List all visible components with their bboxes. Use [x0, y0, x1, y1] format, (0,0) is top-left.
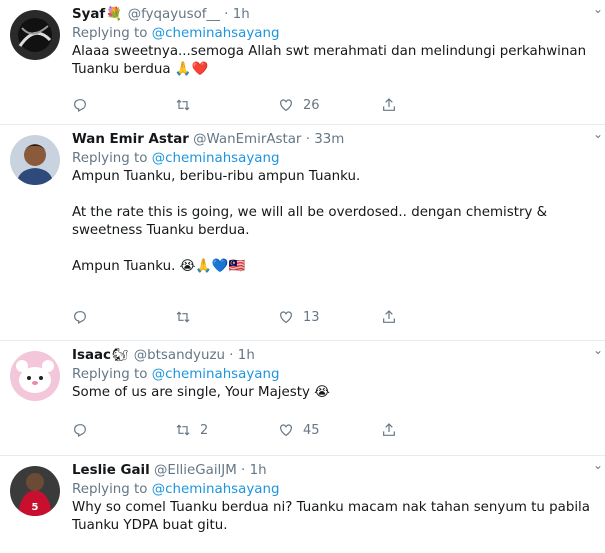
tweet-header: Isaac🐿 @btsandyuzu · 1h [72, 346, 595, 365]
user-handle[interactable]: @WanEmirAstar [193, 132, 301, 147]
reply-icon [74, 424, 86, 438]
separator-dot: · [241, 463, 246, 478]
display-name[interactable]: Leslie Gail [72, 463, 150, 478]
user-handle[interactable]: @btsandyuzu [134, 348, 225, 363]
avatar-image [10, 10, 60, 60]
share-button[interactable] [381, 97, 397, 113]
tweet-header: Wan Emir Astar @WanEmirAstar · 33m [72, 130, 595, 149]
replying-to-link[interactable]: @cheminahsayang [152, 26, 280, 41]
avatar[interactable] [10, 135, 60, 185]
reply-icon [74, 311, 86, 325]
share-icon [383, 98, 395, 111]
tweet[interactable]: Isaac🐿 @btsandyuzu · 1h Replying to @che… [0, 341, 605, 456]
avatar[interactable] [10, 351, 60, 401]
heart-icon [280, 311, 292, 324]
avatar-image [10, 135, 60, 185]
user-handle[interactable]: @fyqayusof__ [128, 7, 220, 22]
tweet-actions: 13 [72, 309, 472, 329]
chevron-down-icon[interactable]: ⌄ [593, 127, 603, 141]
like-button[interactable]: 13 [278, 309, 320, 325]
replying-to-link[interactable]: @cheminahsayang [152, 482, 280, 497]
like-button[interactable]: 26 [278, 97, 320, 113]
replying-to: Replying to @cheminahsayang [72, 365, 595, 384]
display-name[interactable]: Wan Emir Astar [72, 132, 189, 147]
tweet-header: Leslie Gail @EllieGailJM · 1h [72, 461, 595, 480]
replying-to: Replying to @cheminahsayang [72, 480, 595, 499]
like-button[interactable]: 45 [278, 422, 320, 438]
retweet-button[interactable] [175, 97, 200, 113]
tweet[interactable]: Wan Emir Astar @WanEmirAstar · 33m Reply… [0, 125, 605, 341]
retweet-count: 2 [200, 422, 209, 438]
avatar-image [10, 351, 60, 401]
replying-to-link[interactable]: @cheminahsayang [152, 151, 280, 166]
chevron-down-icon[interactable]: ⌄ [593, 2, 603, 16]
replying-to-label: Replying to [72, 482, 148, 497]
like-count: 13 [303, 309, 320, 325]
tweet-text: Ampun Tuanku, beribu-ribu ampun Tuanku. … [72, 169, 548, 274]
retweet-button[interactable]: 2 [175, 422, 208, 438]
replying-to: Replying to @cheminahsayang [72, 149, 595, 168]
like-count: 26 [303, 97, 320, 113]
avatar[interactable]: 5 [10, 466, 60, 516]
display-name[interactable]: Isaac [72, 348, 111, 363]
reply-button[interactable] [72, 309, 97, 325]
reply-button[interactable] [72, 422, 97, 438]
replying-to-label: Replying to [72, 26, 148, 41]
share-icon [383, 310, 395, 323]
tweet[interactable]: 5 Leslie Gail @EllieGailJM · 1h Replying… [0, 456, 605, 553]
replying-to-label: Replying to [72, 367, 148, 382]
timestamp[interactable]: 1h [250, 463, 267, 478]
replying-to-label: Replying to [72, 151, 148, 166]
timestamp[interactable]: 1h [238, 348, 255, 363]
share-icon [383, 423, 395, 436]
share-button[interactable] [381, 309, 397, 325]
reply-button[interactable] [72, 97, 97, 113]
tweet-actions: 26 [72, 97, 472, 117]
timestamp[interactable]: 1h [233, 7, 250, 22]
retweet-button[interactable] [175, 309, 200, 325]
tweet-text: Why so comel Tuanku berdua ni? Tuanku ma… [72, 500, 590, 533]
svg-text:5: 5 [32, 502, 39, 513]
reply-feed: Syaf💐 @fyqayusof__ · 1h Replying to @che… [0, 0, 605, 553]
user-handle[interactable]: @EllieGailJM [154, 463, 237, 478]
separator-dot: · [305, 132, 310, 147]
replying-to-link[interactable]: @cheminahsayang [152, 367, 280, 382]
separator-dot: · [224, 7, 229, 22]
tweet-header: Syaf💐 @fyqayusof__ · 1h [72, 5, 595, 24]
tweet-actions: 2 45 [72, 422, 472, 442]
tweet-text: Alaaa sweetnya...semoga Allah swt merahm… [72, 44, 587, 77]
retweet-icon [176, 424, 190, 436]
chevron-down-icon[interactable]: ⌄ [593, 458, 603, 472]
timestamp[interactable]: 33m [314, 132, 344, 147]
tweet-text: Some of us are single, Your Majesty 😭 [72, 385, 330, 400]
chevron-down-icon[interactable]: ⌄ [593, 343, 603, 357]
name-emoji: 🐿 [111, 348, 129, 363]
like-count: 45 [303, 422, 320, 438]
avatar[interactable] [10, 10, 60, 60]
name-emoji: 💐 [106, 7, 123, 22]
retweet-icon [176, 311, 190, 323]
avatar-image: 5 [10, 466, 60, 516]
heart-icon [280, 99, 292, 112]
reply-icon [74, 99, 86, 113]
heart-icon [280, 424, 292, 437]
tweet[interactable]: Syaf💐 @fyqayusof__ · 1h Replying to @che… [0, 0, 605, 125]
separator-dot: · [229, 348, 234, 363]
replying-to: Replying to @cheminahsayang [72, 24, 595, 43]
retweet-icon [176, 99, 190, 111]
share-button[interactable] [381, 422, 397, 438]
display-name[interactable]: Syaf [72, 7, 105, 22]
